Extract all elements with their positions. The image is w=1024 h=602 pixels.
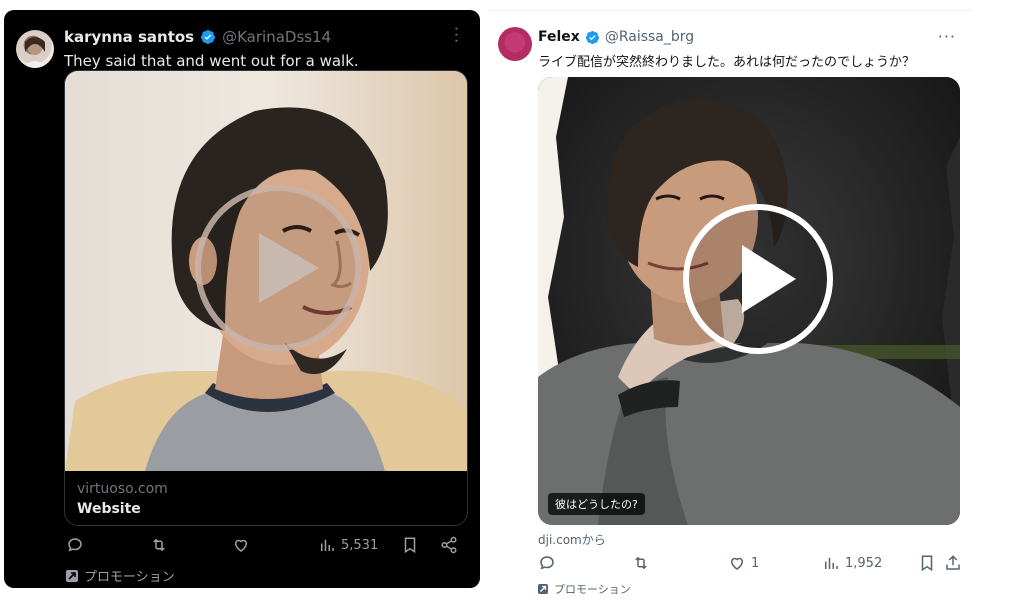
like-button[interactable]: 1	[728, 554, 759, 572]
views-icon	[825, 557, 838, 569]
more-icon[interactable]: ···	[447, 26, 466, 44]
promo-icon	[538, 584, 548, 594]
more-icon[interactable]: ···	[938, 27, 956, 46]
promo-text: プロモーション	[554, 583, 631, 596]
author-handle[interactable]: @Raissa_brg	[605, 29, 694, 45]
promo-icon	[66, 569, 78, 582]
source-link[interactable]: dji.comから	[538, 531, 606, 548]
like-icon	[234, 539, 248, 552]
card-title[interactable]: Website	[77, 501, 141, 517]
tweet-text: They said that and went out for a walk.	[64, 52, 359, 70]
share-icon	[946, 555, 960, 570]
video-media[interactable]: 彼はどうしたの?	[538, 77, 960, 525]
likes-count: 1	[751, 555, 760, 571]
views-icon	[321, 539, 334, 551]
promo-text: プロモーション	[84, 570, 175, 585]
views-count: 5,531	[341, 537, 379, 553]
bookmark-icon	[404, 537, 416, 554]
retweet-icon	[153, 538, 165, 552]
reply-icon	[540, 556, 554, 570]
retweet-icon	[635, 556, 647, 570]
video-media[interactable]	[65, 71, 467, 471]
views-count: 1,952	[845, 555, 883, 571]
views-button[interactable]: 5,531	[318, 536, 378, 554]
tweet-text: ライブ配信が突然終わりました。あれは何だったのでしょうか？	[538, 55, 916, 70]
verified-icon	[201, 30, 216, 44]
like-button[interactable]	[232, 536, 250, 554]
share-button[interactable]	[440, 536, 458, 554]
share-button[interactable]	[944, 554, 962, 572]
tweet-promoted-light[interactable]: Felex @Raissa_brg ··· ライブ配信が突然終わりました。あれは…	[488, 10, 972, 598]
bookmark-button[interactable]	[918, 554, 936, 572]
reply-button[interactable]	[66, 536, 84, 554]
author-name[interactable]: karynna santos	[64, 28, 194, 46]
avatar[interactable]	[498, 27, 532, 61]
card-domain[interactable]: virtuoso.com	[77, 481, 168, 497]
video-caption: 彼はどうしたの?	[548, 493, 645, 515]
avatar[interactable]	[16, 30, 54, 68]
play-icon[interactable]	[680, 201, 836, 357]
like-icon	[730, 557, 744, 570]
author-handle[interactable]: @KarinaDss14	[222, 28, 331, 46]
promoted-label: プロモーション	[66, 566, 175, 585]
verified-icon	[585, 30, 599, 44]
retweet-button[interactable]	[150, 536, 168, 554]
bookmark-icon	[921, 555, 933, 572]
play-icon[interactable]	[193, 183, 363, 353]
tweet-promoted-dark[interactable]: karynna santos @KarinaDss14 ··· They sai…	[4, 10, 480, 588]
share-icon	[441, 536, 457, 554]
reply-button[interactable]	[538, 554, 556, 572]
retweet-button[interactable]	[632, 554, 650, 572]
link-card[interactable]: virtuoso.com Website	[64, 70, 468, 526]
promoted-label: プロモーション	[538, 581, 631, 597]
reply-icon	[68, 538, 82, 552]
views-button[interactable]: 1,952	[822, 554, 882, 572]
bookmark-button[interactable]	[401, 536, 419, 554]
author-name[interactable]: Felex	[538, 29, 580, 45]
